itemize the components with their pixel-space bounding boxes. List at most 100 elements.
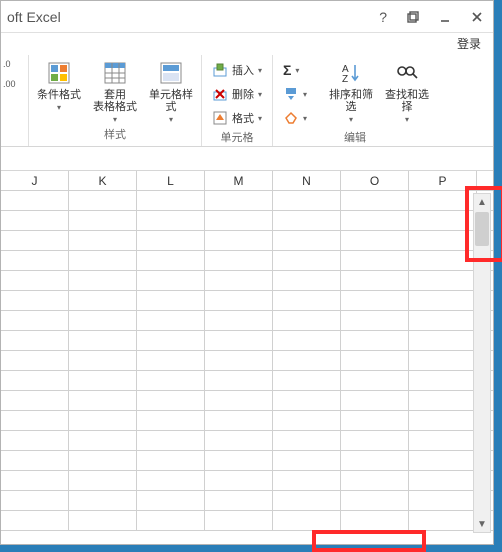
cell[interactable] — [69, 211, 137, 231]
delete-button[interactable]: 删除 ▾ — [208, 83, 266, 105]
cell[interactable] — [1, 331, 69, 351]
col-header[interactable]: O — [341, 171, 409, 190]
cell[interactable] — [409, 311, 477, 331]
cell[interactable] — [409, 231, 477, 251]
cell[interactable] — [137, 231, 205, 251]
cell[interactable] — [409, 191, 477, 211]
login-link[interactable]: 登录 — [457, 37, 481, 51]
cell[interactable] — [273, 391, 341, 411]
cell[interactable] — [69, 231, 137, 251]
col-header[interactable]: P — [409, 171, 477, 190]
cell[interactable] — [69, 351, 137, 371]
cell[interactable] — [273, 331, 341, 351]
cell[interactable] — [273, 271, 341, 291]
minimize-button[interactable] — [429, 6, 461, 28]
cell[interactable] — [409, 511, 477, 531]
cell[interactable] — [137, 431, 205, 451]
vertical-scrollbar[interactable]: ▲ ▼ — [473, 193, 491, 533]
cell[interactable] — [205, 351, 273, 371]
cell[interactable] — [273, 191, 341, 211]
cell[interactable] — [69, 491, 137, 511]
cell[interactable] — [273, 291, 341, 311]
cell[interactable] — [69, 411, 137, 431]
cell[interactable] — [69, 471, 137, 491]
cell[interactable] — [137, 331, 205, 351]
cell[interactable] — [409, 271, 477, 291]
cell[interactable] — [273, 311, 341, 331]
cell[interactable] — [137, 451, 205, 471]
cell[interactable] — [205, 231, 273, 251]
cell[interactable] — [69, 331, 137, 351]
cell[interactable] — [341, 311, 409, 331]
cell[interactable] — [205, 191, 273, 211]
conditional-format-button[interactable]: 条件格式 ▾ — [35, 59, 83, 126]
cell[interactable] — [1, 251, 69, 271]
cell[interactable] — [409, 351, 477, 371]
cell[interactable] — [1, 451, 69, 471]
cell[interactable] — [1, 491, 69, 511]
cell[interactable] — [69, 291, 137, 311]
cell[interactable] — [69, 371, 137, 391]
cell[interactable] — [341, 471, 409, 491]
cell[interactable] — [205, 251, 273, 271]
cell[interactable] — [409, 211, 477, 231]
cell[interactable] — [273, 211, 341, 231]
cell[interactable] — [409, 391, 477, 411]
scroll-down-button[interactable]: ▼ — [474, 516, 490, 532]
cell[interactable] — [409, 291, 477, 311]
cell[interactable] — [205, 291, 273, 311]
cell[interactable] — [205, 431, 273, 451]
cell[interactable] — [341, 431, 409, 451]
col-header[interactable]: L — [137, 171, 205, 190]
cell[interactable] — [205, 411, 273, 431]
cell[interactable] — [341, 391, 409, 411]
sort-filter-button[interactable]: AZ 排序和筛选 ▾ — [327, 59, 375, 129]
cell[interactable] — [137, 311, 205, 331]
cell[interactable] — [137, 511, 205, 531]
cell[interactable] — [273, 511, 341, 531]
cell[interactable] — [137, 391, 205, 411]
cell[interactable] — [205, 391, 273, 411]
cell[interactable] — [341, 351, 409, 371]
decrease-decimal[interactable]: .00 — [3, 79, 26, 97]
cell[interactable] — [409, 471, 477, 491]
cell[interactable] — [137, 191, 205, 211]
cell[interactable] — [273, 351, 341, 371]
scroll-thumb[interactable] — [475, 212, 489, 246]
cell[interactable] — [341, 251, 409, 271]
find-select-button[interactable]: 查找和选择 ▾ — [383, 59, 431, 129]
cell[interactable] — [205, 271, 273, 291]
cell[interactable] — [205, 451, 273, 471]
increase-decimal[interactable]: .0 — [3, 59, 26, 77]
cell[interactable] — [409, 411, 477, 431]
table-format-button[interactable]: 套用 表格格式 ▾ — [91, 59, 139, 126]
cell[interactable] — [341, 291, 409, 311]
cell[interactable] — [69, 271, 137, 291]
cell[interactable] — [69, 191, 137, 211]
cell[interactable] — [69, 251, 137, 271]
cell[interactable] — [273, 411, 341, 431]
cell[interactable] — [341, 491, 409, 511]
cell[interactable] — [341, 511, 409, 531]
cell[interactable] — [1, 411, 69, 431]
cell[interactable] — [409, 451, 477, 471]
cell[interactable] — [1, 431, 69, 451]
cell[interactable] — [1, 371, 69, 391]
cell[interactable] — [69, 511, 137, 531]
cell[interactable] — [1, 271, 69, 291]
cell[interactable] — [341, 451, 409, 471]
cell[interactable] — [409, 491, 477, 511]
help-button[interactable]: ? — [379, 9, 387, 25]
cell[interactable] — [137, 411, 205, 431]
cell[interactable] — [137, 351, 205, 371]
autosum-button[interactable]: Σ ▾ — [279, 59, 303, 81]
cell[interactable] — [205, 371, 273, 391]
col-header[interactable]: M — [205, 171, 273, 190]
insert-button[interactable]: 插入 ▾ — [208, 59, 266, 81]
cell[interactable] — [69, 451, 137, 471]
cell[interactable] — [1, 191, 69, 211]
cell[interactable] — [341, 191, 409, 211]
fill-button[interactable]: ▾ — [279, 83, 311, 105]
cell[interactable] — [341, 331, 409, 351]
cell[interactable] — [1, 511, 69, 531]
